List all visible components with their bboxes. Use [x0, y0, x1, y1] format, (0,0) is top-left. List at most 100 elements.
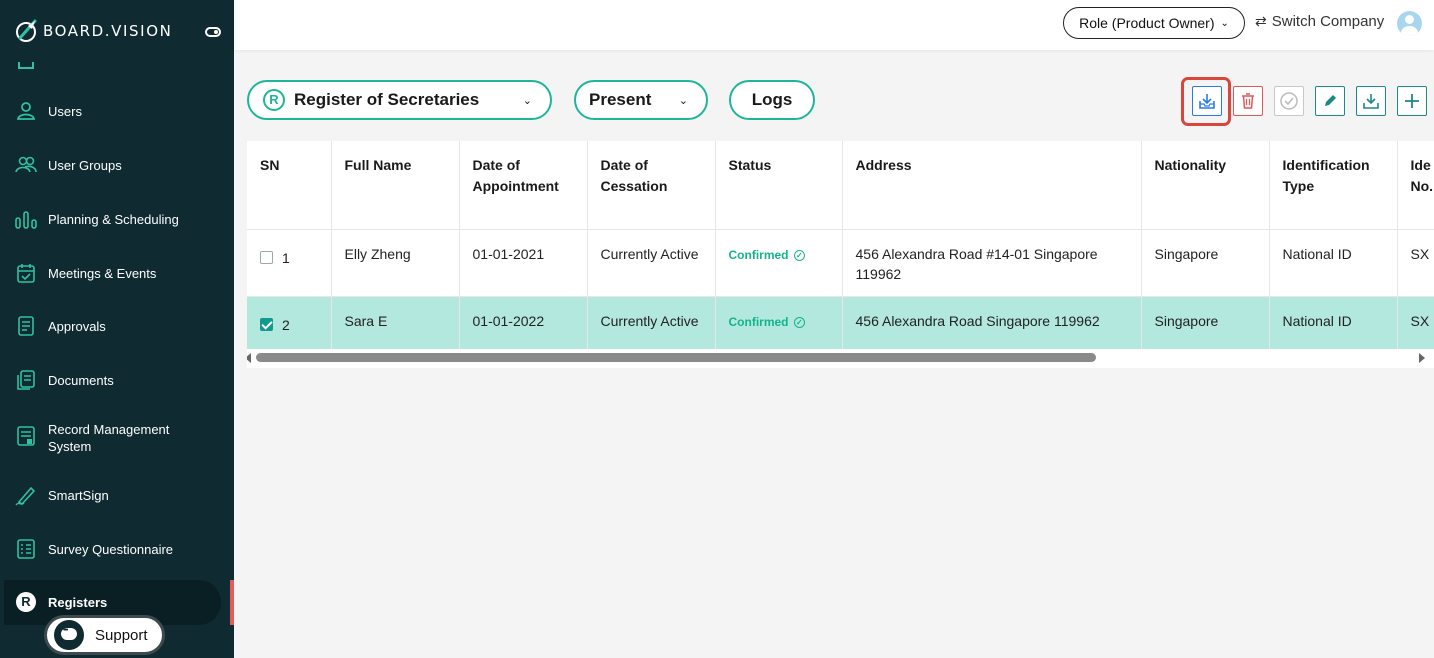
sidebar-item-documents[interactable]: Documents — [0, 369, 234, 391]
row-checkbox[interactable] — [260, 318, 273, 332]
calendar-icon — [17, 264, 35, 283]
scroll-right-arrow-icon[interactable] — [1419, 353, 1425, 363]
chevron-down-icon: ⌄ — [522, 94, 532, 107]
table-row[interactable]: 2 Sara E 01-01-2022 Currently Active Con… — [247, 296, 1434, 349]
brand[interactable]: BOARD.VISION — [14, 18, 172, 44]
status-text: Confirmed — [728, 314, 789, 329]
register-type-dropdown[interactable]: R Register of Secretaries ⌄ — [247, 80, 552, 120]
logs-button[interactable]: Logs — [729, 80, 815, 120]
avatar[interactable] — [1397, 11, 1422, 36]
delete-button[interactable] — [1233, 86, 1263, 116]
dashboard-icon[interactable] — [18, 62, 34, 69]
chat-icon — [54, 620, 84, 650]
period-label: Present — [589, 90, 652, 109]
scroll-left-arrow-icon[interactable] — [247, 353, 251, 363]
column-header-status[interactable]: Status — [715, 141, 843, 230]
user-group-icon — [15, 156, 37, 173]
survey-icon — [17, 539, 35, 559]
support-button[interactable]: Support — [44, 615, 165, 655]
header-label: Nationality — [1154, 157, 1227, 173]
edit-icon — [1325, 95, 1336, 106]
status-badge: Confirmed ✓ — [729, 315, 805, 329]
register-type-label: Register of Secretaries — [294, 90, 480, 109]
sidebar-item-users[interactable]: Users — [0, 100, 234, 122]
sidebar-item-label: Meetings & Events — [48, 265, 157, 281]
header-label: Date of Cessation — [600, 157, 668, 194]
sidebar-item-record-management[interactable]: Record Management System — [0, 421, 234, 455]
period-dropdown[interactable]: Present ⌄ — [574, 80, 708, 120]
table-row[interactable]: 1 Elly Zheng 01-01-2021 Currently Active… — [247, 229, 1434, 297]
role-label: Role (Product Owner) — [1079, 15, 1215, 31]
sidebar-item-approvals[interactable]: Approvals — [0, 315, 234, 337]
import-button[interactable] — [1192, 86, 1222, 116]
cell-identification-type: National ID — [1269, 296, 1398, 349]
add-button[interactable] — [1397, 86, 1427, 116]
sidebar-item-meetings[interactable]: Meetings & Events — [0, 262, 234, 284]
sidebar-item-label: Registers — [48, 594, 108, 610]
sidebar-item-smartsign[interactable]: SmartSign — [0, 484, 234, 506]
sidebar-item-label: Survey Questionnaire — [48, 541, 174, 557]
scrollbar-thumb[interactable] — [256, 353, 1096, 362]
header-label: Full Name — [344, 157, 412, 173]
sidebar-item-planning[interactable]: Planning & Scheduling — [0, 208, 234, 230]
cell-status: Confirmed ✓ — [715, 296, 843, 349]
cell-full-name: Sara E — [331, 296, 460, 349]
cell-sn: 1 — [247, 229, 332, 297]
check-circle-icon: ✓ — [793, 316, 805, 328]
cell-full-name: Elly Zheng — [331, 229, 460, 297]
header-label: Status — [728, 157, 772, 173]
sidebar-item-label: Documents — [48, 372, 114, 388]
sidebar-item-label: Planning & Scheduling — [48, 211, 179, 227]
approve-button[interactable] — [1274, 86, 1304, 116]
header-label: Address — [855, 157, 912, 173]
download-button[interactable] — [1356, 86, 1386, 116]
sidebar-item-survey[interactable]: Survey Questionnaire — [0, 538, 234, 560]
logs-label: Logs — [751, 90, 793, 109]
record-icon — [17, 426, 35, 446]
switch-icon: ⇄ — [1255, 13, 1267, 29]
delete-icon — [1242, 93, 1254, 109]
top-bar: Role (Product Owner) ⌄ ⇄ Switch Company — [234, 0, 1434, 50]
bar-chart-icon — [15, 211, 37, 229]
cell-identification-type: National ID — [1269, 229, 1398, 297]
column-header-date-of-appointment[interactable]: Date of Appointment — [459, 141, 588, 230]
column-header-date-of-cessation[interactable]: Date of Cessation — [587, 141, 716, 230]
sidebar-item-user-groups[interactable]: User Groups — [0, 154, 234, 176]
cell-status: Confirmed ✓ — [715, 229, 843, 297]
sidebar-toggle-icon[interactable] — [205, 27, 221, 37]
sidebar-item-label: Approvals — [48, 318, 106, 334]
register-table: SN Full Name Date of Appointment Date of… — [247, 141, 1434, 368]
cell-appointment: 01-01-2021 — [459, 229, 588, 297]
header-label: Identification Type — [1282, 157, 1370, 194]
sidebar-item-label: Users — [48, 103, 82, 119]
switch-company-label: Switch Company — [1271, 13, 1385, 30]
sidebar: BOARD.VISION Users User Groups Planning … — [0, 0, 234, 658]
column-header-identification-type[interactable]: Identification Type — [1269, 141, 1398, 230]
add-icon — [1405, 94, 1419, 108]
cell-address: 456 Alexandra Road #14-01 Singapore 1199… — [842, 229, 1142, 297]
column-header-full-name[interactable]: Full Name — [331, 141, 460, 230]
status-text: Confirmed — [728, 247, 789, 262]
cell-appointment: 01-01-2022 — [459, 296, 588, 349]
pen-icon — [15, 486, 36, 506]
cell-nationality: Singapore — [1141, 229, 1270, 297]
edit-button[interactable] — [1315, 86, 1345, 116]
cell-cessation: Currently Active — [587, 229, 716, 297]
approve-icon — [1280, 92, 1298, 110]
column-header-address[interactable]: Address — [842, 141, 1142, 230]
cell-identification-no: SX — [1397, 229, 1434, 297]
import-icon — [1199, 94, 1215, 109]
sidebar-item-registers[interactable]: Registers — [0, 591, 234, 613]
chevron-down-icon: ⌄ — [678, 94, 688, 107]
header-label: SN — [260, 157, 280, 173]
switch-company-link[interactable]: ⇄ Switch Company — [1255, 13, 1384, 30]
chevron-down-icon: ⌄ — [1220, 17, 1229, 29]
column-header-sn[interactable]: SN — [247, 141, 332, 230]
register-icon: R — [263, 89, 285, 111]
check-circle-icon: ✓ — [793, 249, 805, 261]
column-header-identification-no[interactable]: Ide No. — [1397, 141, 1434, 230]
column-header-nationality[interactable]: Nationality — [1141, 141, 1270, 230]
horizontal-scrollbar[interactable] — [247, 349, 1434, 365]
row-checkbox[interactable] — [260, 251, 273, 265]
role-dropdown[interactable]: Role (Product Owner) ⌄ — [1063, 7, 1245, 39]
